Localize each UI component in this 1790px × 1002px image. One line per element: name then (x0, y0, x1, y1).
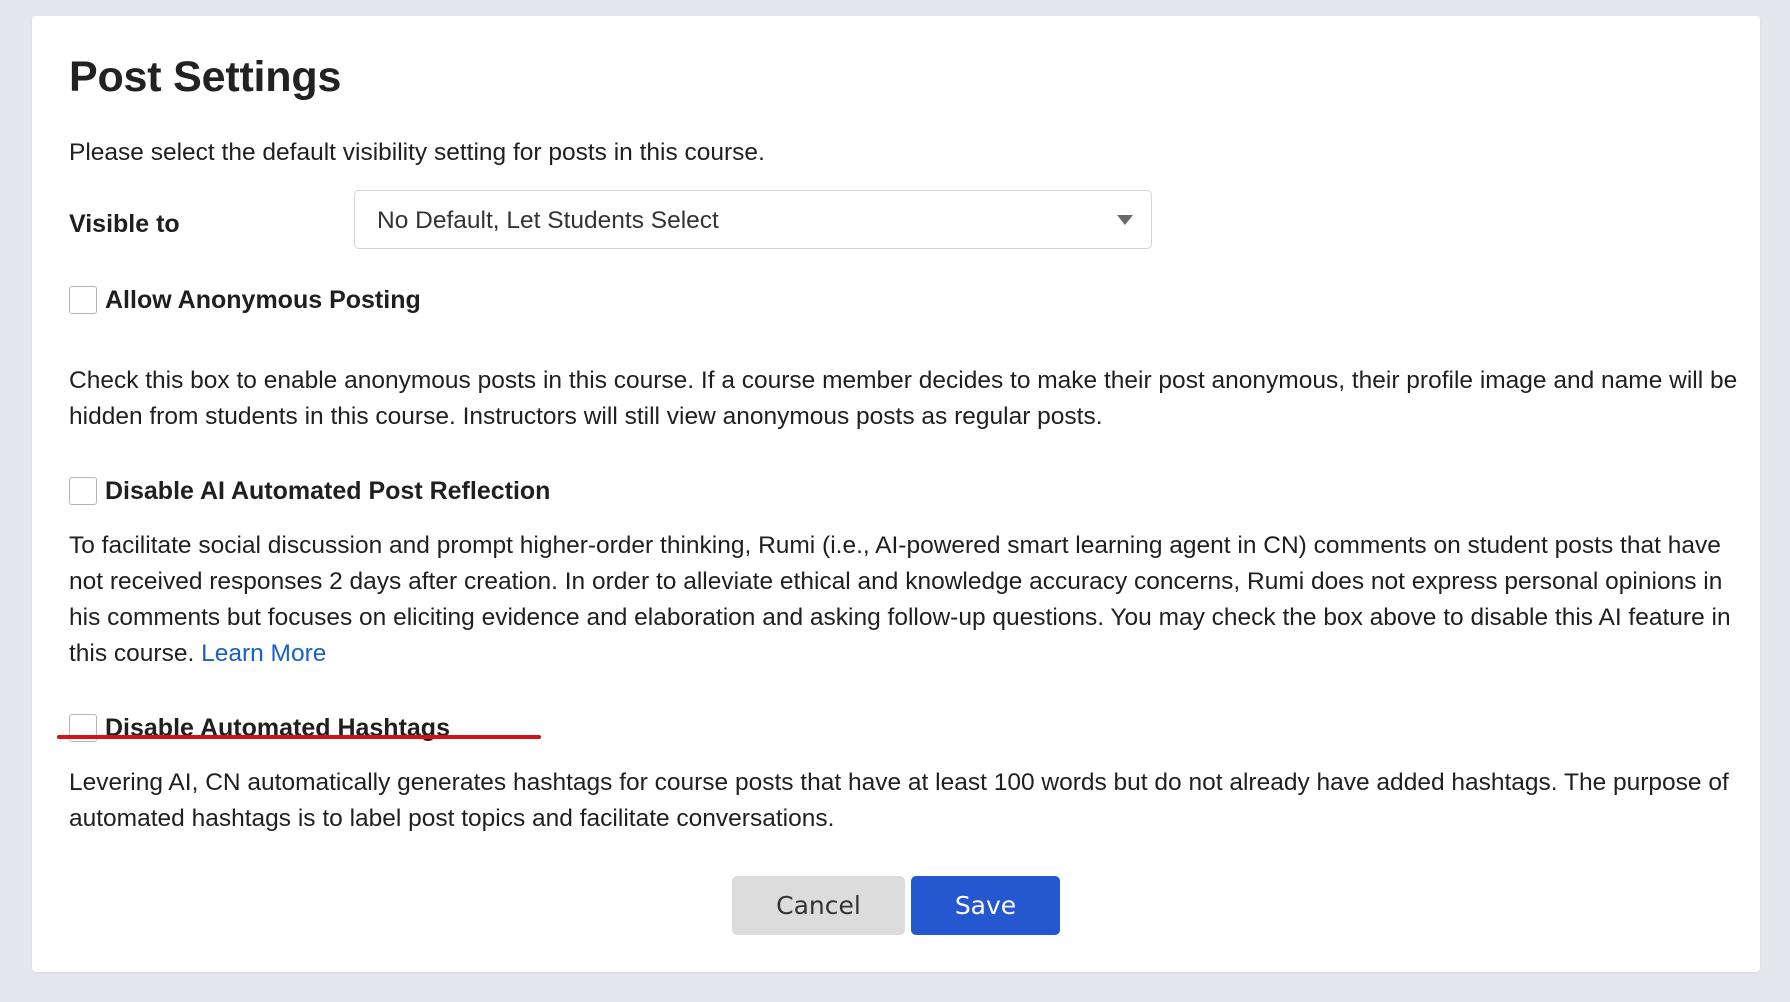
allow-anonymous-posting-description: Check this box to enable anonymous posts… (69, 367, 1738, 430)
disable-ai-post-reflection-label[interactable]: Disable AI Automated Post Reflection (105, 475, 550, 507)
cancel-button[interactable]: Cancel (732, 876, 905, 935)
visibility-select-value: No Default, Let Students Select (377, 207, 719, 234)
allow-anonymous-posting-label[interactable]: Allow Anonymous Posting (105, 284, 421, 316)
dialog-title: Post Settings (69, 53, 342, 101)
caret-down-icon (1117, 215, 1133, 225)
disable-automated-hashtags-description: Levering AI, CN automatically generates … (69, 769, 1729, 832)
disable-automated-hashtags-label[interactable]: Disable Automated Hashtags (105, 712, 450, 744)
annotation-underline (57, 735, 541, 739)
visibility-select[interactable]: No Default, Let Students Select (354, 190, 1152, 249)
disable-ai-post-reflection-checkbox[interactable] (69, 477, 97, 505)
disable-ai-post-reflection-description: To facilitate social discussion and prom… (69, 528, 1741, 672)
post-settings-dialog: Post Settings Please select the default … (32, 16, 1760, 972)
visibility-intro-text: Please select the default visibility set… (69, 139, 765, 166)
allow-anonymous-posting-checkbox[interactable] (69, 286, 97, 314)
learn-more-link[interactable]: Learn More (201, 640, 326, 667)
save-button[interactable]: Save (911, 876, 1060, 935)
visible-to-label: Visible to (69, 210, 180, 238)
